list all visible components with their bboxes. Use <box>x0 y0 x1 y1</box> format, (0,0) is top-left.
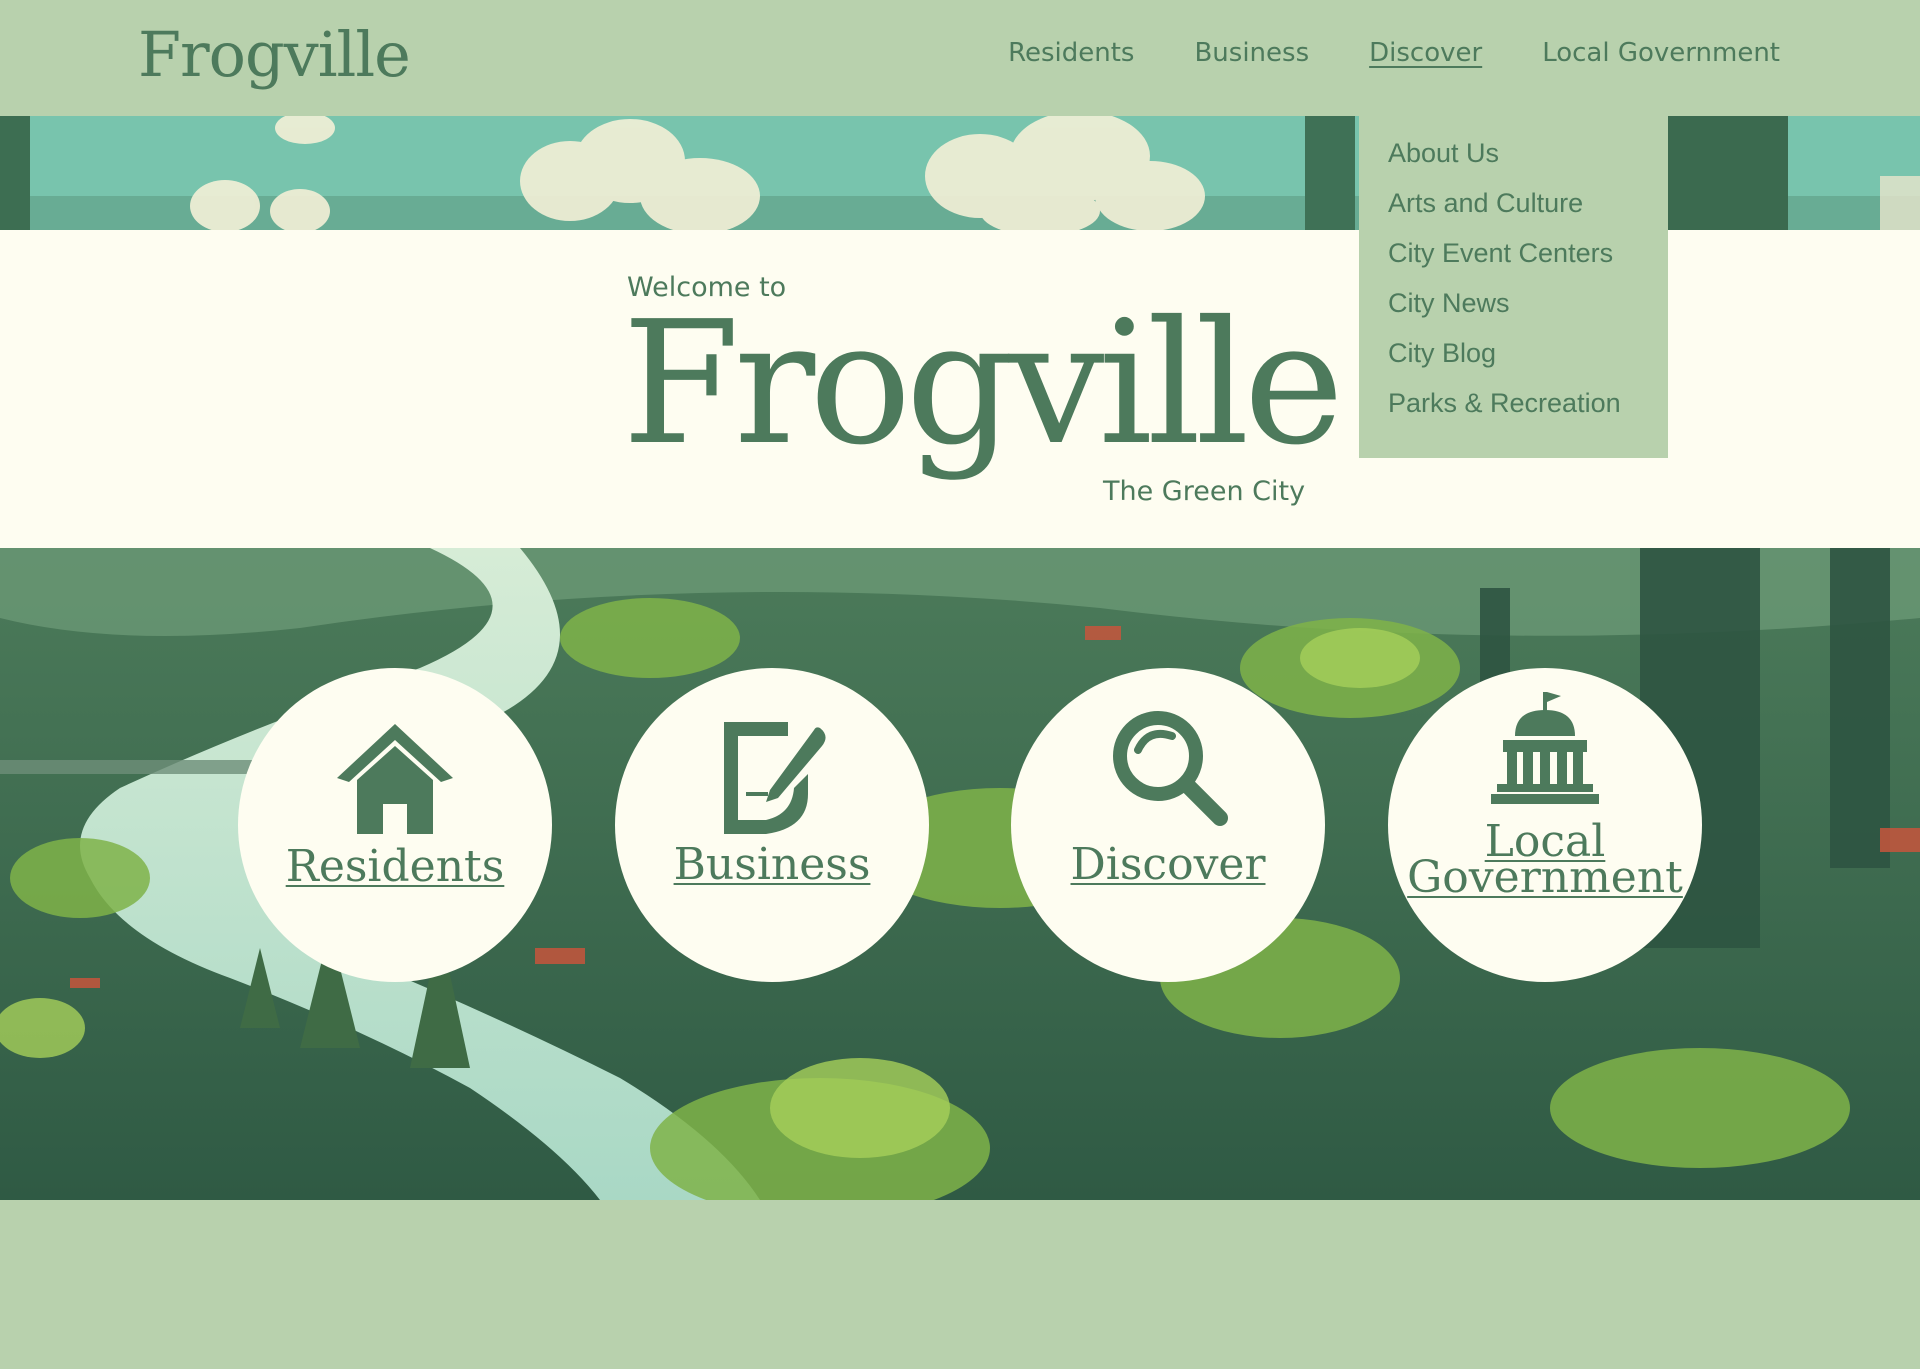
menu-item-city-news[interactable]: City News <box>1388 278 1668 328</box>
quick-link-business-label: Business <box>673 839 871 890</box>
header-logo-text: Frogville <box>138 18 411 91</box>
label-line-government: Government <box>1407 852 1683 903</box>
nav-discover[interactable]: Discover <box>1369 38 1482 68</box>
menu-item-about-us[interactable]: About Us <box>1388 128 1668 178</box>
quick-link-discover-label: Discover <box>1070 839 1266 890</box>
menu-item-city-event-centers[interactable]: City Event Centers <box>1388 228 1668 278</box>
nav-local-government[interactable]: Local Government <box>1542 38 1780 68</box>
nav-business[interactable]: Business <box>1194 38 1309 68</box>
nav-residents[interactable]: Residents <box>1008 38 1134 68</box>
magnifier-icon <box>1108 706 1228 830</box>
discover-dropdown-menu: About Us Arts and Culture City Event Cen… <box>1359 116 1668 458</box>
quick-link-discover[interactable]: Discover <box>1011 668 1325 982</box>
quick-link-local-government-label: Local Government <box>1388 820 1702 903</box>
footer-band <box>0 1200 1920 1369</box>
city-title: Frogville <box>622 285 1344 483</box>
menu-item-parks-recreation[interactable]: Parks & Recreation <box>1388 378 1668 428</box>
quick-link-local-government[interactable]: Local Government <box>1388 668 1702 982</box>
city-tagline: The Green City <box>1103 476 1306 507</box>
quick-link-business[interactable]: Business <box>615 668 929 982</box>
header-logo[interactable]: Frogville <box>138 12 411 98</box>
menu-item-arts-and-culture[interactable]: Arts and Culture <box>1388 178 1668 228</box>
document-pen-icon <box>712 718 832 842</box>
menu-item-city-blog[interactable]: City Blog <box>1388 328 1668 378</box>
house-icon <box>335 718 455 842</box>
quick-link-residents-label: Residents <box>285 841 505 892</box>
page: Frogville Residents Business Discover Lo… <box>0 0 1920 1369</box>
quick-link-residents[interactable]: Residents <box>238 668 552 982</box>
site-header: Frogville Residents Business Discover Lo… <box>0 0 1920 116</box>
main-nav: Residents Business Discover Local Govern… <box>1008 38 1780 68</box>
capitol-building-icon <box>1485 690 1605 814</box>
